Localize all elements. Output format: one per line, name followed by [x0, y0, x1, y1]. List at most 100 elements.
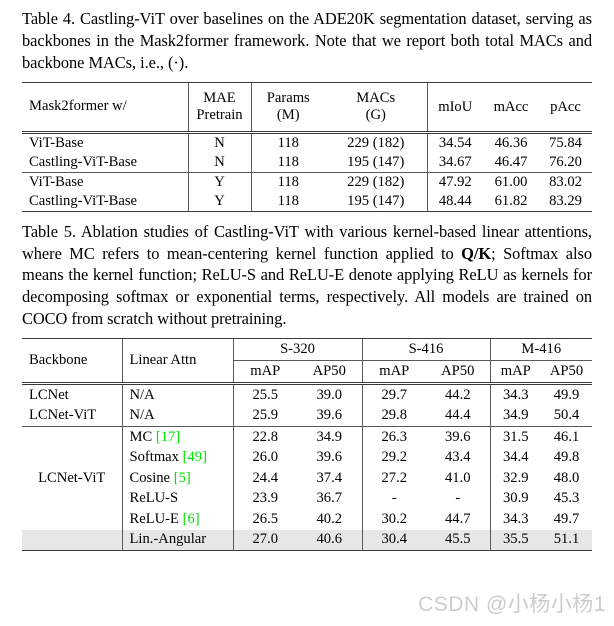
- table5-cell-s320-ap50: 34.9: [297, 426, 362, 448]
- table4-cell-backbone: Castling-ViT-Base: [29, 192, 138, 209]
- table5-cell-s416-map: 27.2: [361, 468, 426, 489]
- table5-cell-m416-ap50: 51.1: [541, 529, 593, 551]
- table5-cell-attn: MC [17]: [121, 426, 233, 448]
- table5-header-m416-map: mAP: [489, 360, 541, 384]
- table5-attn-name: Softmax: [129, 449, 179, 466]
- table4-cell-macc: 61.00: [483, 171, 539, 192]
- table4-caption: Table 4. Castling-ViT over baselines on …: [22, 0, 592, 74]
- table5-cell-s320-map: 24.4: [232, 468, 297, 489]
- table-row: ViT-Base N 118 229 (182) 34.54 46.36 75.…: [22, 130, 592, 153]
- table4-cell-miou: 34.67: [426, 152, 483, 173]
- table5-cell-m416-ap50: 49.9: [541, 382, 593, 406]
- table5-cell-m416-ap50: 45.3: [553, 490, 580, 507]
- table5-cell-s416-map: 30.4: [361, 529, 426, 551]
- table5-cell-attn: Cosine [5]: [121, 468, 233, 489]
- table5-header-s320-ap50: AP50: [297, 360, 362, 384]
- table4-header-pacc: pAcc: [539, 81, 592, 133]
- table5-cell-m416-ap50: 48.0: [553, 469, 580, 486]
- table5-cell-backbone-group: LCNet-ViT: [22, 426, 122, 530]
- citation-link[interactable]: [5]: [174, 470, 191, 486]
- table4-cell-params: 118: [250, 130, 325, 153]
- table5-cell-s416-map: 29.7: [361, 382, 426, 406]
- table4-header-row: Mask2former w/ MAE Pretrain Params (M) M…: [22, 81, 592, 133]
- table5-header-group-s320: S-320: [232, 338, 362, 361]
- table4-cell-pretrain: Y: [187, 171, 251, 192]
- table5-cell-m416-map: 34.3: [489, 509, 541, 530]
- citation-link[interactable]: [49]: [183, 449, 207, 465]
- table5-cell-m416-map: 30.9: [489, 488, 541, 510]
- table4-cell-pretrain: N: [187, 152, 251, 173]
- table5-cell-s416-map: 30.2: [361, 509, 426, 530]
- table4-cell-pretrain: Y: [187, 191, 251, 212]
- citation-link[interactable]: [6]: [183, 511, 200, 527]
- table4-header-macs-line2: (G): [365, 106, 386, 123]
- table5-cell-attn: N/A: [121, 405, 233, 427]
- table5-cell-attn: ReLU-E [6]: [121, 509, 233, 530]
- table5-cell-attn: N/A: [121, 382, 233, 406]
- table5-header-backbone: Backbone: [22, 338, 122, 384]
- table5-cell-s416-ap50: 44.4: [444, 407, 471, 424]
- table4-header-params-line2: (M): [276, 106, 300, 123]
- table4-cell-pacc: 75.84: [539, 130, 592, 153]
- table5-cell-s416-ap50: 44.7: [444, 510, 471, 527]
- table5-cell-s416-map: 26.3: [361, 426, 426, 448]
- table-row: LCNet-ViT N/A 25.9 39.6 29.8 44.4 34.9 5…: [22, 405, 592, 427]
- csdn-watermark: CSDN @小杨小杨1: [418, 593, 606, 616]
- table5-header-linear-attn: Linear Attn: [121, 338, 233, 384]
- table5-header-s416-map: mAP: [361, 360, 426, 384]
- table4-cell-macs: 195 (147): [347, 192, 405, 209]
- table5-cell-m416-map: 34.3: [489, 382, 541, 406]
- table5: Backbone Linear Attn S-320 S-416 M-416 m…: [22, 338, 593, 552]
- table-row: Castling-ViT-Base Y 118 195 (147) 48.44 …: [22, 191, 592, 212]
- table5-cell-s416-ap50: 39.6: [426, 426, 490, 448]
- table4-header-backbone: Mask2former w/: [22, 81, 188, 133]
- table5-cell-backbone: LCNet-ViT: [29, 407, 97, 424]
- table4-header-macc: mAcc: [483, 81, 539, 133]
- table4-cell-macc: 61.82: [494, 192, 528, 209]
- table5-cell-s320-map: 26.0: [232, 447, 297, 469]
- table4-header-miou: mIoU: [426, 81, 483, 133]
- table5-cell-s320-map: 25.5: [232, 382, 297, 406]
- table4-cell-macs: 229 (182): [325, 130, 427, 153]
- table5-cell-m416-ap50: 50.4: [553, 407, 580, 424]
- table4-caption-label: Table 4.: [22, 9, 76, 28]
- table5-cell-s320-ap50: 36.7: [316, 490, 343, 507]
- table4-cell-miou: 47.92: [426, 171, 483, 192]
- table5-cell-m416-map: 35.5: [489, 529, 541, 551]
- table5-caption-math: Q/K: [461, 243, 492, 263]
- table4-caption-text: Castling-ViT over baselines on the ADE20…: [22, 9, 592, 72]
- table5-bottom-rule-row: [22, 550, 593, 552]
- citation-link[interactable]: [17]: [156, 429, 180, 445]
- table5-attn-name: N/A: [129, 386, 155, 403]
- table5-attn-name: ReLU-S: [129, 490, 179, 507]
- paper-page: Table 4. Castling-ViT over baselines on …: [0, 0, 614, 626]
- table5-cell-m416-map: 34.4: [489, 447, 541, 469]
- table5-cell-s320-ap50: 39.6: [316, 407, 343, 424]
- table4-header-pretrain: MAE Pretrain: [187, 81, 251, 133]
- table5-attn-name: N/A: [129, 407, 155, 424]
- table5-cell-s320-map: 23.9: [232, 488, 297, 510]
- table5-cell-m416-ap50: 46.1: [541, 426, 593, 448]
- table5-cell-s320-ap50: 40.2: [316, 510, 343, 527]
- table5-cell-backbone: [22, 529, 122, 551]
- table-row: LCNet-ViT MC [17] 22.8 34.9 26.3 39.6 31…: [22, 426, 593, 530]
- table4-cell-macs: 195 (147): [347, 153, 405, 170]
- table4-header-macs-line1: MACs: [356, 90, 396, 107]
- table-row: ViT-Base Y 118 229 (182) 47.92 61.00 83.…: [22, 171, 592, 192]
- table4-cell-miou: 34.54: [426, 130, 483, 153]
- table5-cell-attn: Softmax [49]: [121, 447, 233, 469]
- table4-cell-backbone: Castling-ViT-Base: [29, 153, 138, 170]
- table4-cell-macc: 46.36: [483, 130, 539, 153]
- table4: Mask2former w/ MAE Pretrain Params (M) M…: [22, 81, 592, 212]
- table5-cell-m416-ap50: 49.8: [553, 449, 580, 466]
- table4-cell-miou: 48.44: [426, 191, 483, 212]
- table5-header-group-s416: S-416: [361, 338, 490, 361]
- table4-cell-params: 118: [250, 152, 325, 173]
- table5-header-s320-map: mAP: [232, 360, 297, 384]
- table5-cell-s416-ap50: 43.4: [444, 449, 471, 466]
- table4-cell-pacc: 83.02: [539, 171, 592, 192]
- table4-header-macs: MACs (G): [325, 81, 427, 133]
- table4-cell-pretrain: N: [187, 130, 251, 153]
- table5-header-group-row: Backbone Linear Attn S-320 S-416 M-416: [22, 338, 593, 384]
- table4-cell-pacc: 83.29: [549, 192, 582, 209]
